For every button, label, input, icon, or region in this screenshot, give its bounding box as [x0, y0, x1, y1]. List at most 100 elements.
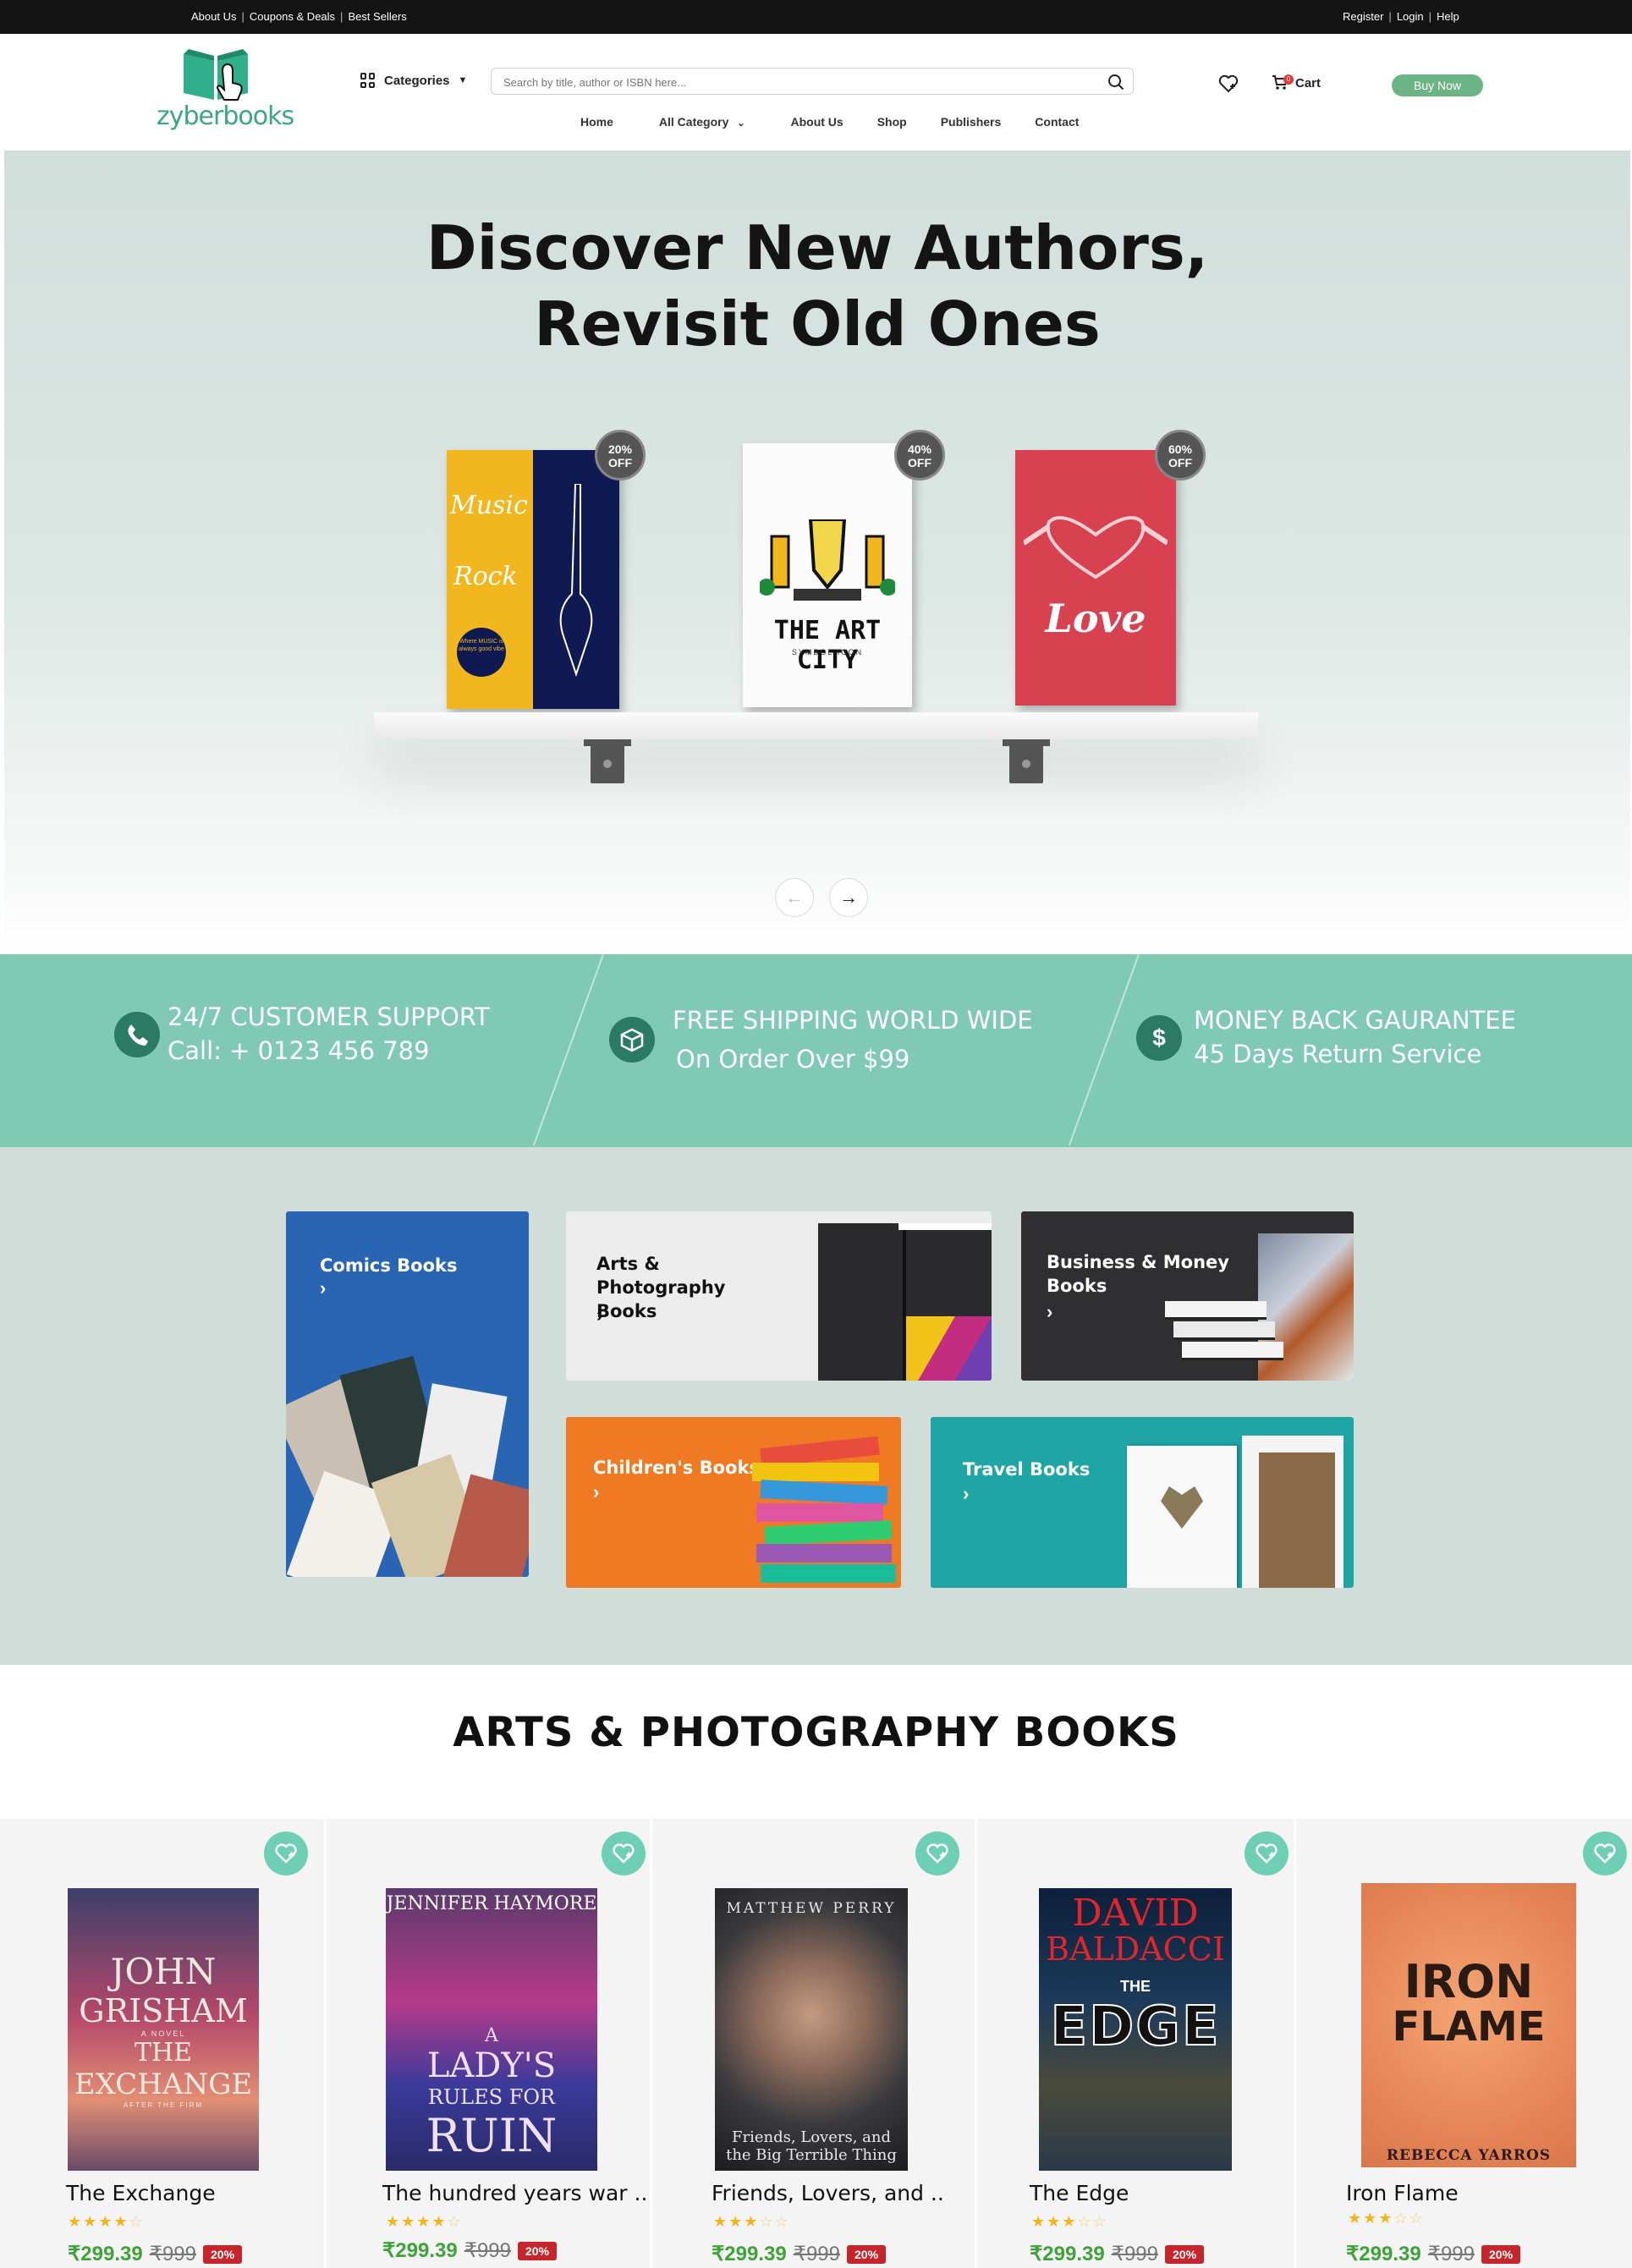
chevron-right-icon: ›	[320, 1277, 327, 1299]
book-cover-text: Rock	[453, 562, 518, 591]
book-cover-text: THE ART CITY	[773, 616, 882, 675]
product-card[interactable]: DAVID BALDACCI THE EDGE The Edge ★★★☆☆ ₹…	[977, 1819, 1296, 2268]
feature-title: 24/7 CUSTOMER SUPPORT	[168, 1002, 490, 1031]
category-label: Comics Books	[320, 1255, 458, 1276]
original-price: ₹999	[1427, 2243, 1475, 2265]
guitar-icon	[559, 484, 593, 678]
category-label: Travel Books	[963, 1459, 1091, 1480]
add-to-wishlist-button[interactable]	[1583, 1831, 1627, 1875]
cover-text: AFTER THE FIRM	[123, 2101, 204, 2109]
cover-text: RULES FOR	[427, 2085, 556, 2109]
product-card[interactable]: MATTHEW PERRY Friends, Lovers, and the B…	[652, 1819, 977, 2268]
nav-all-category[interactable]: All Category ⌄	[659, 115, 745, 129]
cart-label: Cart	[1295, 75, 1322, 91]
add-to-wishlist-button[interactable]	[915, 1831, 959, 1875]
product-title[interactable]: The hundred years war ..	[382, 2181, 647, 2205]
chevron-right-icon: ›	[963, 1483, 970, 1504]
category-tile-business-money[interactable]: Business & Money Books ›	[1021, 1211, 1354, 1381]
offer-badge-pct: 20%	[607, 442, 633, 456]
nav-contact[interactable]: Contact	[1035, 115, 1079, 129]
buy-now-button[interactable]: Buy Now	[1392, 74, 1483, 96]
hero-book-love[interactable]: Love	[1015, 450, 1176, 706]
search-input[interactable]	[503, 73, 1087, 91]
hero-book-art-city[interactable]: THE ART CITY SYMBOL ICON	[743, 443, 912, 707]
nav-about-us[interactable]: About Us	[790, 115, 843, 129]
cover-text: A	[485, 2025, 498, 2046]
category-tile-travel[interactable]: Travel Books ›	[931, 1417, 1354, 1588]
category-tile-comics[interactable]: Comics Books ›	[286, 1211, 529, 1577]
feature-title: MONEY BACK GAURANTEE	[1194, 1006, 1516, 1035]
product-title[interactable]: The Exchange	[66, 2181, 216, 2205]
product-title[interactable]: Friends, Lovers, and ..	[712, 2181, 944, 2205]
about-us-link[interactable]: About Us	[191, 10, 236, 23]
nav-home[interactable]: Home	[580, 115, 613, 129]
category-grid: Comics Books › Arts & Photography Books …	[0, 1147, 1632, 1665]
feature-support: 24/7 CUSTOMER SUPPORT Call: + 0123 456 7…	[168, 1000, 490, 1068]
next-slide-button[interactable]: →	[829, 878, 868, 917]
cover-text: REBECCA YARROS	[1386, 2147, 1552, 2164]
site-logo[interactable]: zyberbooks	[157, 46, 294, 131]
coupons-deals-link[interactable]: Coupons & Deals	[250, 10, 335, 23]
offer-badge: 40% OFF	[894, 430, 945, 481]
chevron-right-icon: ›	[593, 1481, 600, 1502]
product-list: JOHN GRISHAM A NOVEL THE EXCHANGE AFTER …	[0, 1819, 1632, 2268]
chevron-right-icon: ›	[1047, 1301, 1053, 1322]
add-to-wishlist-button[interactable]	[1245, 1831, 1289, 1875]
original-price: ₹999	[464, 2239, 511, 2262]
cart-button[interactable]: Cart	[1272, 74, 1321, 91]
cover-text: GRISHAM	[79, 1991, 248, 2029]
comic-books-image	[286, 1355, 529, 1577]
hero-banner: Discover New Authors, Revisit Old Ones Mu…	[4, 151, 1630, 954]
nav-publishers[interactable]: Publishers	[941, 115, 1002, 129]
product-title[interactable]: Iron Flame	[1346, 2181, 1459, 2205]
divider	[532, 954, 604, 1146]
categories-label: Categories	[384, 73, 450, 88]
sketchbook-image	[818, 1223, 992, 1381]
categories-dropdown[interactable]: Categories ▼	[360, 73, 467, 88]
book-cover[interactable]: IRON FLAME REBECCA YARROS	[1361, 1883, 1576, 2167]
help-link[interactable]: Help	[1437, 10, 1459, 23]
product-card[interactable]: IRON FLAME REBECCA YARROS Iron Flame ★★★…	[1296, 1819, 1632, 2268]
hero-book-music[interactable]: Music Rock Where MUSIC is always good vi…	[447, 450, 619, 709]
book-logo-icon	[184, 49, 248, 101]
best-sellers-link[interactable]: Best Sellers	[348, 10, 406, 23]
book-cover[interactable]: JOHN GRISHAM A NOVEL THE EXCHANGE AFTER …	[68, 1888, 259, 2171]
box-icon	[609, 1017, 655, 1063]
search-icon[interactable]	[1107, 74, 1124, 91]
add-to-wishlist-button[interactable]	[264, 1831, 308, 1875]
rating-stars: ★★★★☆	[386, 2213, 463, 2230]
add-to-wishlist-button[interactable]	[602, 1831, 646, 1875]
book-cover[interactable]: DAVID BALDACCI THE EDGE	[1039, 1888, 1232, 2171]
main-nav: Home All Category ⌄ About Us Shop Publis…	[580, 115, 1079, 129]
hero-title-line1: Discover New Authors,	[426, 212, 1209, 283]
category-tile-childrens[interactable]: Children's Books ›	[566, 1417, 901, 1588]
cover-text: Friends, Lovers, and	[731, 2128, 892, 2146]
prev-slide-button[interactable]: ←	[775, 878, 814, 917]
rating-stars: ★★★☆☆	[1031, 2213, 1108, 2230]
discount-badge: 20%	[1165, 2244, 1205, 2264]
nav-shop[interactable]: Shop	[877, 115, 907, 129]
sale-price: ₹299.39	[1030, 2243, 1105, 2265]
book-cover[interactable]: MATTHEW PERRY Friends, Lovers, and the B…	[715, 1888, 908, 2171]
price-row: ₹299.39 ₹999 20%	[1030, 2242, 1205, 2266]
rating-stars: ★★★☆☆	[713, 2213, 790, 2230]
price-row: ₹299.39 ₹999 20%	[68, 2242, 243, 2266]
cover-text: FLAME	[1392, 2003, 1546, 2051]
offer-badge-pct: 60%	[1168, 442, 1193, 456]
nav-all-category-label: All Category	[658, 115, 729, 129]
wishlist-icon[interactable]	[1218, 74, 1239, 93]
product-title[interactable]: The Edge	[1030, 2181, 1129, 2205]
phone-icon	[114, 1012, 160, 1057]
product-card[interactable]: JOHN GRISHAM A NOVEL THE EXCHANGE AFTER …	[0, 1819, 327, 2268]
login-link[interactable]: Login	[1397, 10, 1424, 23]
category-tile-arts-photography[interactable]: Arts & Photography Books ›	[566, 1211, 992, 1381]
book-cover[interactable]: JENNIFER HAYMORE A LADY'S RULES FOR RUIN	[386, 1888, 597, 2171]
feature-money-back: MONEY BACK GAURANTEE 45 Days Return Serv…	[1194, 1003, 1516, 1071]
register-link[interactable]: Register	[1343, 10, 1383, 23]
offer-badge: 20% OFF	[595, 430, 646, 481]
cover-text: A NOVEL	[140, 2029, 186, 2038]
heart-plus-icon	[926, 1843, 948, 1864]
section-title: ARTS & PHOTOGRAPHY BOOKS	[453, 1709, 1179, 1756]
heart-plus-icon	[275, 1843, 297, 1864]
product-card[interactable]: JENNIFER HAYMORE A LADY'S RULES FOR RUIN…	[327, 1819, 652, 2268]
